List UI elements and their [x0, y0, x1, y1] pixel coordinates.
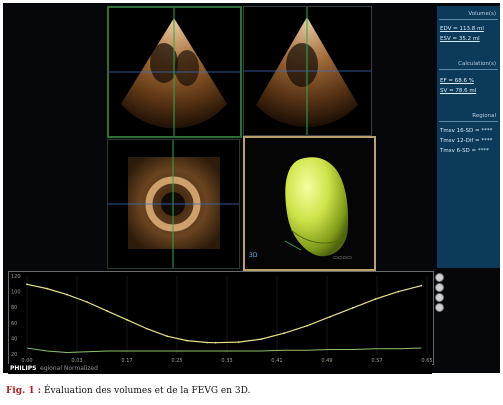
measurement-panel: Volume(s) EDV = 113.8 ml ESV = 35.2 ml C… — [437, 6, 500, 268]
reset-icon[interactable] — [435, 293, 444, 302]
caption-text: Évaluation des volumes et de la FEVG en … — [41, 386, 251, 396]
volumes-section-title: Volume(s) — [468, 11, 496, 17]
regional-volume-line — [26, 347, 422, 354]
y-tick-label: 80 — [11, 305, 17, 311]
lv-3d-render-view[interactable] — [243, 136, 376, 271]
zoom-out-icon[interactable] — [435, 283, 444, 292]
zoom-in-icon[interactable] — [435, 273, 444, 282]
section-divider — [439, 121, 498, 122]
curve-point — [283, 332, 286, 335]
ultrasound-screen: 3D ▭▭▭▭ Volume(s) EDV = 113.8 ml ESV = 3… — [3, 3, 500, 374]
lv-volume-shape — [284, 157, 349, 257]
ef-value[interactable]: EF = 68.6 % — [440, 78, 474, 84]
apical-view-a[interactable] — [107, 6, 242, 138]
curve-point — [397, 290, 400, 293]
sv-value[interactable]: SV = 78.6 ml — [440, 88, 476, 94]
plot-controls — [435, 271, 444, 363]
curve-point — [214, 341, 217, 344]
curve-point — [26, 283, 28, 286]
view-3d-label: 3D — [249, 252, 258, 259]
curve-point — [146, 327, 148, 330]
y-tick-label: 120 — [11, 274, 21, 280]
esv-value[interactable]: ESV = 35.2 ml — [440, 36, 480, 42]
curve-point — [260, 338, 263, 341]
section-divider — [439, 69, 498, 70]
volume-curve-chart: 0.00 0.03 0.17 0.25 0.33 0.41 0.49 0.57 0.651201… — [11, 274, 433, 364]
brand-logo: PHILIPS — [10, 365, 37, 372]
regional-row: Tmsv 6-SD = **** — [440, 148, 489, 154]
calculations-section-title: Calculation(s) — [458, 61, 496, 67]
curve-point — [351, 307, 354, 309]
curve-point — [186, 339, 188, 342]
curve-point — [86, 301, 88, 303]
edv-value[interactable]: EDV = 113.8 ml — [440, 26, 484, 32]
mode-label: egional Normalized — [40, 365, 98, 372]
curve-point — [374, 298, 377, 300]
status-bar: PHILIPS egional Normalized — [8, 364, 432, 374]
sector-image-a — [109, 8, 240, 136]
sector-image-b — [244, 7, 371, 135]
figure-caption: Fig. 1 : Évaluation des volumes et de la… — [6, 386, 250, 396]
y-tick-label: 40 — [11, 336, 17, 342]
curve-point — [106, 310, 108, 312]
y-tick-label: 20 — [11, 352, 17, 358]
settings-icon[interactable] — [435, 303, 444, 312]
global-volume-line — [26, 283, 422, 344]
curve-point — [237, 341, 240, 344]
logo-mark: ▭▭▭▭ — [333, 255, 352, 261]
caption-prefix: Fig. 1 : — [6, 386, 42, 396]
curve-point — [328, 315, 331, 318]
curve-point — [46, 287, 48, 290]
y-tick-label: 100 — [11, 290, 21, 296]
regional-row: Tmsv 16-SD = **** — [440, 128, 493, 134]
volume-curve-plot[interactable]: 0.00 0.03 0.17 0.25 0.33 0.41 0.49 0.57 0.65 120 1… — [8, 271, 434, 365]
curve-point — [206, 341, 208, 344]
short-axis-view[interactable] — [107, 139, 240, 269]
regional-section-title: Regional — [472, 113, 496, 119]
section-divider — [439, 19, 498, 20]
curve-point — [126, 318, 128, 321]
curve-point — [166, 335, 168, 338]
curve-point — [306, 324, 308, 327]
curve-point — [66, 293, 68, 296]
apical-view-b[interactable] — [243, 6, 372, 136]
y-tick-label: 60 — [11, 321, 17, 327]
regional-row: Tmsv 12-Dif = **** — [440, 138, 493, 144]
short-axis-image — [108, 140, 239, 268]
curve-point — [420, 284, 423, 287]
